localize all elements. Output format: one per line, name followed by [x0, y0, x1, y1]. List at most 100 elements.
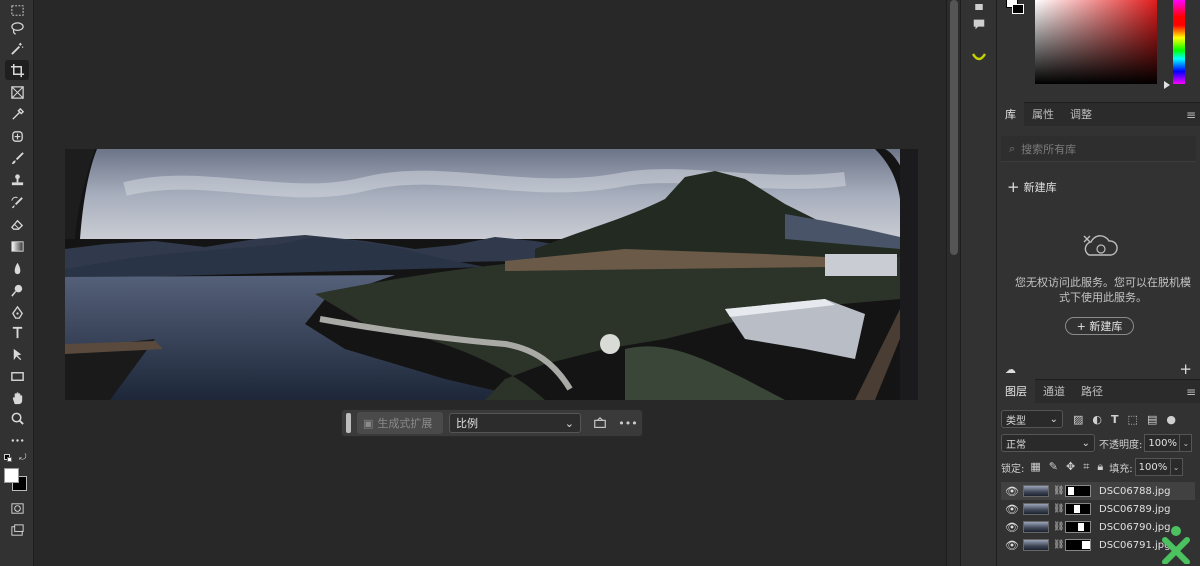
tab-paths[interactable]: 路径 [1073, 379, 1111, 403]
smart-object-filter-icon[interactable]: ▤ [1147, 413, 1157, 426]
type-filter-icon[interactable]: T [1111, 413, 1119, 426]
link-chain-icon[interactable]: ⛓︎ [1053, 540, 1064, 550]
layers-panel-menu-icon[interactable]: ≡ [1186, 385, 1196, 399]
layer-row[interactable]: 👁︎ ⛓︎ DSC06789.jpg [1001, 500, 1195, 518]
layer-mask-thumbnail[interactable] [1065, 485, 1091, 497]
crop-tool-icon[interactable] [5, 60, 29, 80]
lock-transparent-icon[interactable]: ▦ [1030, 460, 1040, 474]
canvas-vertical-scrollbar[interactable] [946, 0, 960, 566]
quick-mask-icon[interactable] [5, 498, 29, 518]
fill-input[interactable]: 100% [1134, 458, 1171, 476]
tab-adjustments[interactable]: 调整 [1062, 102, 1100, 126]
library-panel-menu-icon[interactable]: ≡ [1186, 108, 1196, 122]
color-picker-field[interactable] [1035, 0, 1157, 84]
plus-icon: + [1007, 178, 1020, 196]
blur-tool-icon[interactable] [5, 258, 29, 278]
brush-tool-icon[interactable] [5, 148, 29, 168]
hue-slider-arrow[interactable] [1164, 81, 1170, 89]
type-tool-icon[interactable] [5, 322, 29, 342]
layer-row[interactable]: 👁︎ ⛓︎ DSC06788.jpg [1001, 482, 1195, 500]
eye-icon[interactable]: 👁︎ [1005, 539, 1019, 552]
layer-mask-thumbnail[interactable] [1065, 503, 1091, 515]
adjustment-filter-icon[interactable]: ◐ [1092, 413, 1102, 426]
magic-wand-tool-icon[interactable] [5, 38, 29, 58]
opacity-input[interactable]: 100% [1144, 434, 1181, 452]
right-panels: 库 属性 调整 ≡ ⌕ 搜索所有库 + 新建库 您无权访问此服务。您可以在脱机模… [997, 0, 1200, 566]
ratio-select[interactable]: 比例 ⌄ [449, 413, 581, 433]
layer-filter-row: 类型 ⌄ ▨ ◐ T ⬚ ▤ ● [997, 410, 1200, 428]
frame-tool-icon[interactable] [5, 82, 29, 102]
lock-fill-row: 锁定: ▦ ✎ ✥ ⌗ 🔒︎ 填充: 100% ⌄ [997, 458, 1200, 476]
foreground-color-swatch[interactable] [4, 468, 19, 483]
layers-tabs: 图层 通道 路径 ≡ [997, 379, 1200, 403]
tab-library[interactable]: 库 [997, 102, 1024, 126]
stamp-tool-icon[interactable] [5, 170, 29, 190]
panorama-photo [65, 149, 918, 400]
taskbar-drag-handle[interactable] [346, 413, 351, 433]
fill-label: 填充: [1109, 463, 1133, 475]
canvas-area[interactable]: ▣ 生成式扩展 比例 ⌄ ••• [34, 0, 946, 566]
eye-icon[interactable]: 👁︎ [1005, 503, 1019, 516]
default-colors-icon[interactable] [4, 454, 12, 462]
filter-toggle-icon[interactable]: ● [1166, 413, 1176, 426]
link-chain-icon[interactable]: ⛓︎ [1053, 486, 1064, 496]
plugin-panel-icon[interactable] [969, 46, 989, 66]
blend-mode-value: 正常 [1006, 439, 1026, 451]
eyedropper-tool-icon[interactable] [5, 104, 29, 124]
fill-dropdown-icon[interactable]: ⌄ [1170, 458, 1183, 476]
layer-filter-select[interactable]: 类型 ⌄ [1001, 410, 1063, 428]
opacity-dropdown-icon[interactable]: ⌄ [1180, 434, 1193, 452]
zoom-tool-icon[interactable] [5, 408, 29, 428]
healing-brush-tool-icon[interactable] [5, 126, 29, 146]
library-search-input[interactable]: ⌕ 搜索所有库 [1001, 136, 1196, 162]
lock-position-icon[interactable]: ✥ [1066, 460, 1075, 474]
layer-thumbnail [1023, 503, 1049, 515]
marquee-tool-icon[interactable] [5, 0, 29, 20]
pen-tool-icon[interactable] [5, 302, 29, 322]
cloud-sync-icon[interactable]: ☁ [1005, 363, 1016, 376]
eye-icon[interactable]: 👁︎ [1005, 485, 1019, 498]
link-chain-icon[interactable]: ⛓︎ [1053, 504, 1064, 514]
layer-name: DSC06788.jpg [1099, 485, 1171, 497]
lock-image-icon[interactable]: ✎ [1049, 460, 1058, 474]
path-selection-tool-icon[interactable] [5, 344, 29, 364]
shape-filter-icon[interactable]: ⬚ [1128, 413, 1138, 426]
panel-background-swatch[interactable] [1012, 4, 1024, 14]
more-tools-icon[interactable] [5, 430, 29, 450]
swap-colors-icon[interactable]: ⤾ [19, 453, 27, 463]
tab-channels[interactable]: 通道 [1035, 379, 1073, 403]
rectangle-tool-icon[interactable] [5, 366, 29, 386]
lock-artboard-icon[interactable]: ⌗ [1083, 460, 1089, 474]
history-brush-tool-icon[interactable] [5, 192, 29, 212]
scrollbar-thumb[interactable] [950, 0, 958, 255]
gradient-tool-icon[interactable] [5, 236, 29, 256]
new-library-button[interactable]: + 新建库 [1065, 317, 1134, 335]
hand-tool-icon[interactable] [5, 388, 29, 408]
eye-icon[interactable]: 👁︎ [1005, 521, 1019, 534]
eraser-tool-icon[interactable] [5, 214, 29, 234]
hue-slider[interactable] [1173, 0, 1185, 84]
layer-mask-thumbnail[interactable] [1065, 539, 1091, 551]
lasso-tool-icon[interactable] [5, 18, 29, 38]
dodge-tool-icon[interactable] [5, 280, 29, 300]
chevron-down-icon: ⌄ [1081, 437, 1090, 449]
library-search-placeholder: 搜索所有库 [1021, 142, 1077, 156]
new-library-link[interactable]: + 新建库 [1007, 178, 1057, 196]
link-chain-icon[interactable]: ⛓︎ [1053, 522, 1064, 532]
screen-mode-icon[interactable] [5, 520, 29, 540]
tab-properties[interactable]: 属性 [1024, 102, 1062, 126]
blend-mode-select[interactable]: 正常 ⌄ [1001, 434, 1095, 452]
panorama-image[interactable] [65, 149, 918, 400]
lock-all-icon[interactable]: 🔒︎ [1097, 460, 1103, 474]
comments-panel-icon[interactable] [969, 14, 989, 34]
more-options-icon[interactable]: ••• [618, 414, 637, 432]
crop-options-icon[interactable] [591, 414, 609, 432]
pixel-filter-icon[interactable]: ▨ [1073, 413, 1083, 426]
offline-message: 您无权访问此服务。您可以在脱机模式下使用此服务。 [1015, 276, 1191, 304]
plugin-badge-icon[interactable] [1159, 524, 1193, 565]
tab-layers[interactable]: 图层 [997, 379, 1035, 403]
layer-mask-thumbnail[interactable] [1065, 521, 1091, 533]
generative-expand-button[interactable]: ▣ 生成式扩展 [357, 412, 443, 434]
photoshop-window: ⤾ ▣ 生成式扩展 比例 ⌄ ••• 库 属性 调整 ≡ ⌕ 搜索所有库 + 新… [0, 0, 1200, 566]
add-icon[interactable]: + [1179, 360, 1192, 378]
